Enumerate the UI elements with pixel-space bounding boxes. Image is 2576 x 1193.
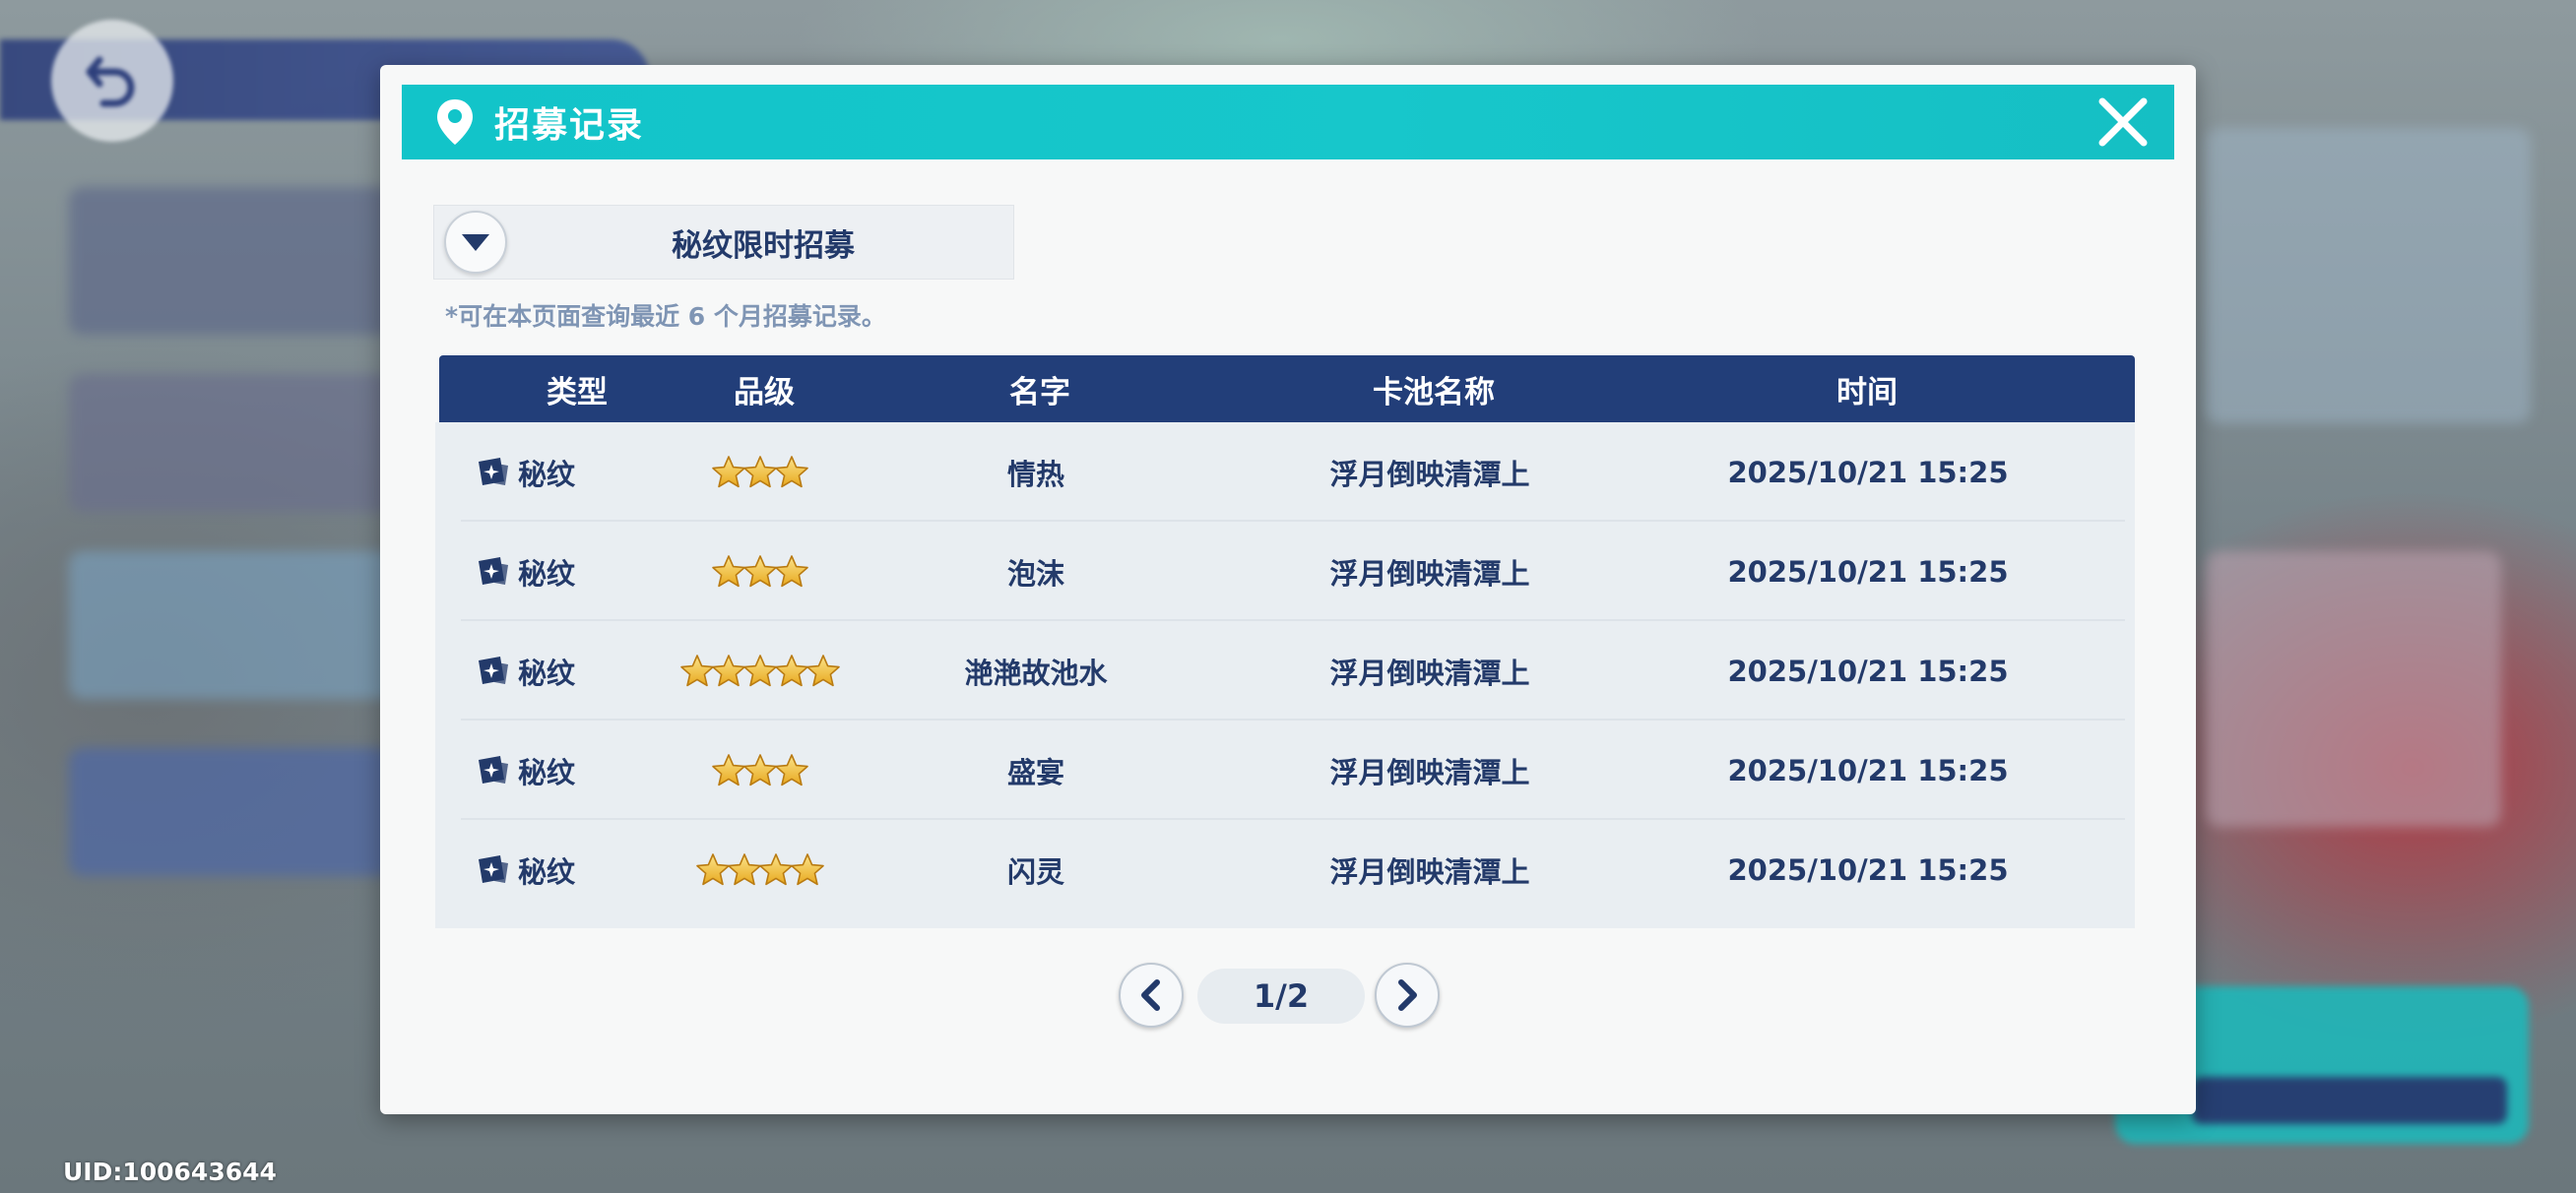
column-header-time: 时间: [1836, 374, 1898, 410]
pool-dropdown-label: 秘纹限时招募: [672, 227, 855, 264]
star-icon: [742, 554, 778, 590]
record-time: 2025/10/21 15:25: [1727, 753, 2009, 787]
pool-name: 浮月倒映清潭上: [1329, 656, 1530, 690]
secret-pattern-card-icon: [475, 853, 512, 887]
rarity-stars: [662, 522, 859, 621]
item-name: 泡沫: [1006, 556, 1064, 591]
location-pin-icon: [433, 96, 477, 148]
star-icon: [711, 753, 746, 788]
secret-pattern-card-icon: [475, 555, 512, 589]
star-icon: [742, 753, 778, 788]
column-header-rarity: 品级: [734, 374, 795, 410]
pool-name: 浮月倒映清潭上: [1329, 556, 1530, 591]
dialog-title: 招募记录: [494, 105, 645, 146]
table-row: 秘纹 滟滟故池水 浮月倒映清潭上 2025/10/21 15:25: [435, 621, 2135, 721]
bg-blur-panel: [69, 187, 394, 335]
bg-blur-panel: [69, 551, 394, 699]
type-label: 秘纹: [518, 854, 576, 889]
star-icon: [790, 852, 825, 888]
star-icon: [742, 455, 778, 490]
pool-name: 浮月倒映清潭上: [1329, 457, 1530, 491]
column-header-name: 名字: [1009, 374, 1070, 410]
chevron-left-icon: [1141, 979, 1160, 1011]
table-row: 秘纹 闪灵 浮月倒映清潭上 2025/10/21 15:25: [435, 820, 2135, 919]
rarity-stars: [662, 721, 859, 820]
star-icon: [774, 654, 809, 689]
type-label: 秘纹: [518, 556, 576, 591]
item-name: 盛宴: [1006, 755, 1064, 789]
star-icon: [711, 455, 746, 490]
dialog-header: 招募记录: [402, 85, 2174, 159]
secret-pattern-card-icon: [475, 655, 512, 688]
bg-blur-panel: [69, 374, 394, 512]
secret-pattern-card-icon: [475, 754, 512, 787]
record-time: 2025/10/21 15:25: [1727, 554, 2009, 589]
star-icon: [695, 852, 731, 888]
type-cell: 秘纹: [475, 422, 632, 522]
column-header-pool: 卡池名称: [1373, 374, 1495, 410]
star-icon: [742, 654, 778, 689]
star-icon: [774, 455, 809, 490]
record-time: 2025/10/21 15:25: [1727, 852, 2009, 887]
type-label: 秘纹: [518, 755, 576, 789]
type-label: 秘纹: [518, 656, 576, 690]
table-body: 秘纹 情热 浮月倒映清潭上 2025/10/21 15:25 秘纹 泡沫 浮月倒映清潭上 20…: [435, 422, 2135, 928]
star-icon: [727, 852, 762, 888]
close-button[interactable]: [2093, 93, 2153, 152]
item-name: 滟滟故池水: [964, 656, 1108, 690]
back-arrow-icon: [86, 56, 135, 107]
pool-name: 浮月倒映清潭上: [1329, 854, 1530, 889]
bg-blur-panel: [2206, 551, 2501, 827]
back-button[interactable]: [51, 20, 173, 142]
star-icon: [711, 654, 746, 689]
star-icon: [774, 554, 809, 590]
table-row: 秘纹 情热 浮月倒映清潭上 2025/10/21 15:25: [435, 422, 2135, 522]
table-header: 类型 品级 名字 卡池名称 时间: [439, 355, 2135, 422]
recruit-record-dialog: 招募记录 秘纹限时招募 *可在本页面查询最近 6 个月招募记录。 类型 品级 名…: [380, 65, 2196, 1114]
bg-blur-panel: [69, 748, 394, 876]
star-icon: [711, 554, 746, 590]
type-cell: 秘纹: [475, 621, 632, 721]
rarity-stars: [662, 820, 859, 919]
type-cell: 秘纹: [475, 820, 632, 919]
bg-recruit-cost: [2192, 1077, 2507, 1124]
uid-label: UID:100643644: [63, 1158, 277, 1186]
record-time: 2025/10/21 15:25: [1727, 455, 2009, 489]
rarity-stars: [662, 422, 859, 522]
table-row: 秘纹 盛宴 浮月倒映清潭上 2025/10/21 15:25: [435, 721, 2135, 820]
type-cell: 秘纹: [475, 721, 632, 820]
close-icon: [2098, 97, 2148, 147]
column-header-type: 类型: [547, 374, 608, 410]
page-indicator: 1/2: [1197, 969, 1365, 1024]
star-icon: [758, 852, 794, 888]
bg-blur-panel: [2206, 128, 2531, 423]
history-hint: *可在本页面查询最近 6 个月招募记录。: [445, 302, 886, 331]
star-icon: [805, 654, 841, 689]
rarity-stars: [662, 621, 859, 721]
record-time: 2025/10/21 15:25: [1727, 654, 2009, 688]
pool-name: 浮月倒映清潭上: [1329, 755, 1530, 789]
star-icon: [679, 654, 715, 689]
item-name: 闪灵: [1006, 854, 1064, 889]
chevron-right-icon: [1398, 979, 1417, 1011]
record-table: 类型 品级 名字 卡池名称 时间 秘纹 情热 浮月倒映清潭上 2025/10/21 1…: [435, 355, 2135, 1005]
secret-pattern-card-icon: [475, 456, 512, 489]
table-row: 秘纹 泡沫 浮月倒映清潭上 2025/10/21 15:25: [435, 522, 2135, 621]
prev-page-button[interactable]: [1119, 963, 1184, 1028]
item-name: 情热: [1006, 457, 1064, 491]
chevron-down-icon[interactable]: [444, 211, 507, 274]
type-cell: 秘纹: [475, 522, 632, 621]
pool-dropdown[interactable]: 秘纹限时招募: [433, 205, 1014, 280]
type-label: 秘纹: [518, 457, 576, 491]
star-icon: [774, 753, 809, 788]
next-page-button[interactable]: [1375, 963, 1440, 1028]
